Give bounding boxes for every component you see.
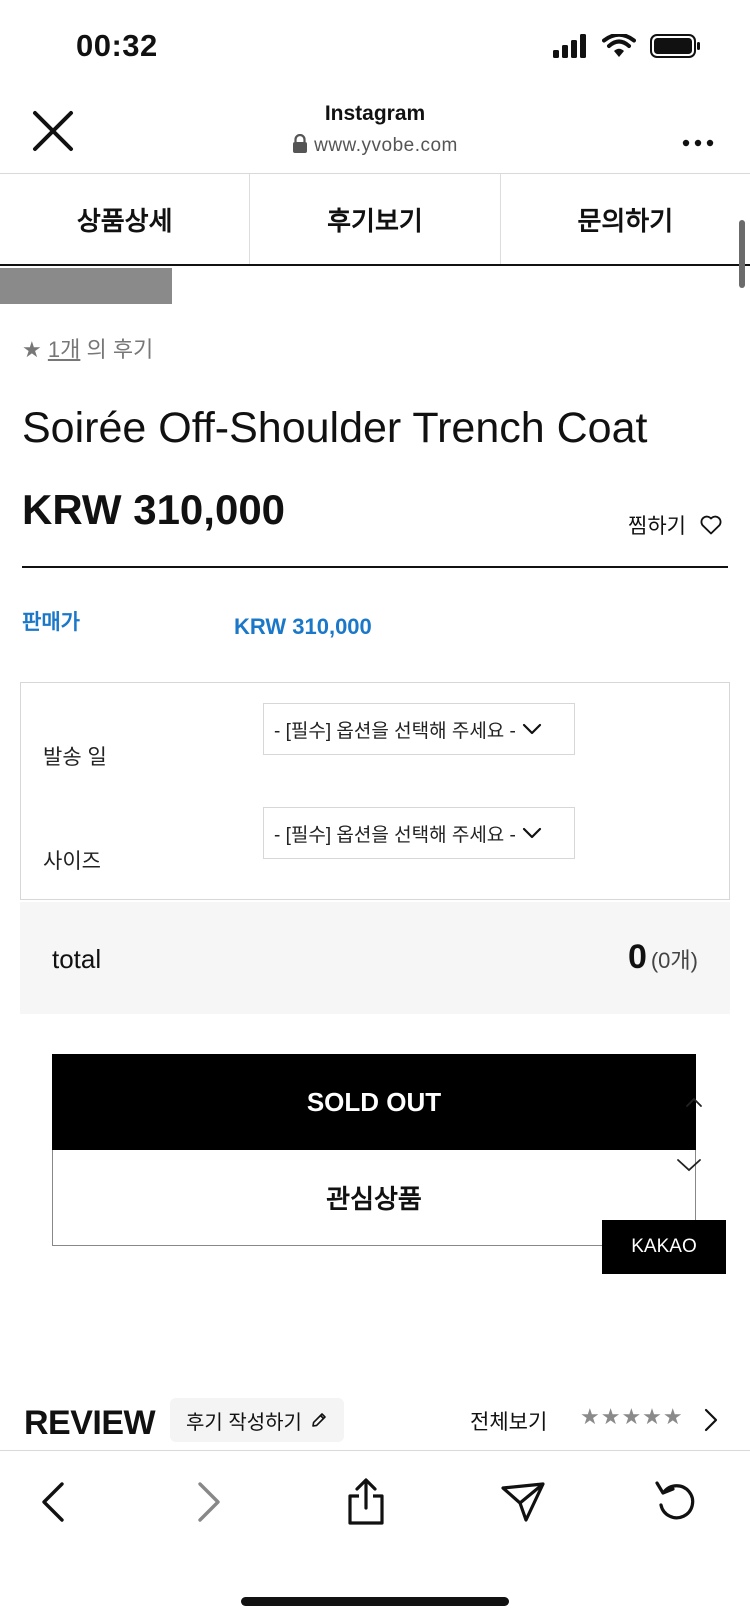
pencil-icon xyxy=(312,1413,326,1427)
chevron-up-icon[interactable] xyxy=(684,1096,704,1108)
wifi-icon xyxy=(602,34,636,57)
ship-date-select-value: - [필수] 옵션을 선택해 주세요 - xyxy=(274,720,516,742)
back-button[interactable] xyxy=(28,1477,78,1527)
status-time: 00:32 xyxy=(76,28,158,63)
total-count: (0개) xyxy=(650,948,698,973)
write-review-button[interactable]: 후기 작성하기 xyxy=(170,1398,344,1442)
ship-date-select[interactable]: - [필수] 옵션을 선택해 주세요 - xyxy=(263,703,575,755)
more-icon xyxy=(682,139,714,147)
sale-price-value: KRW 310,000 xyxy=(234,614,372,639)
review-header: REVIEW 후기 작성하기 전체보기 ★★★★★ xyxy=(0,1398,750,1450)
tab-product-detail[interactable]: 상품상세 xyxy=(0,174,251,264)
total-amount: 0 xyxy=(627,938,647,976)
kakao-button[interactable]: KAKAO xyxy=(602,1220,726,1274)
home-indicator xyxy=(241,1597,509,1606)
tab-inquiry[interactable]: 문의하기 xyxy=(501,174,750,264)
url-text: www.yvobe.com xyxy=(314,135,458,156)
chevron-down-icon[interactable] xyxy=(676,1158,702,1172)
browser-title: Instagram xyxy=(324,102,426,125)
product-price: KRW 310,000 xyxy=(22,486,286,533)
forward-icon xyxy=(198,1482,220,1522)
scrollbar-thumb[interactable] xyxy=(739,220,745,288)
total-label: total xyxy=(52,944,102,974)
total-value: 0 (0개) xyxy=(628,938,698,977)
battery-icon xyxy=(650,34,700,58)
chevron-right-icon[interactable] xyxy=(704,1408,718,1432)
option-label-size: 사이즈 xyxy=(43,850,101,873)
options-box: 발송 일 - [필수] 옵션을 선택해 주세요 - 사이즈 - [필수] 옵션을… xyxy=(20,682,730,900)
review-title: REVIEW xyxy=(24,1404,156,1442)
share-icon xyxy=(348,1478,384,1525)
back-icon xyxy=(42,1482,64,1522)
sold-out-button[interactable]: SOLD OUT xyxy=(52,1054,696,1150)
size-select-value: - [필수] 옵션을 선택해 주세요 - xyxy=(274,824,516,846)
view-all-link[interactable]: 전체보기 xyxy=(470,1406,547,1436)
write-review-label: 후기 작성하기 xyxy=(186,1411,302,1434)
product-image-thumbnail xyxy=(0,268,172,304)
price-divider xyxy=(22,566,728,568)
product-name: Soirée Off-Shoulder Trench Coat xyxy=(22,404,648,452)
status-bar: 00:32 xyxy=(0,0,750,96)
reload-button[interactable] xyxy=(652,1477,702,1527)
more-button[interactable] xyxy=(682,122,714,154)
signal-icon xyxy=(553,34,586,58)
browser-toolbar xyxy=(0,1450,750,1623)
status-icons xyxy=(552,34,702,58)
share-button[interactable] xyxy=(341,1477,391,1527)
rating-stars: ★★★★★ xyxy=(580,1404,684,1429)
review-suffix: 의 후기 xyxy=(86,337,154,362)
total-bar: total 0 (0개) xyxy=(20,902,730,1014)
send-button[interactable] xyxy=(498,1477,548,1527)
tab-reviews[interactable]: 후기보기 xyxy=(250,174,501,264)
lock-icon xyxy=(293,134,308,153)
chevron-down-icon xyxy=(522,827,542,839)
send-icon xyxy=(501,1482,545,1522)
review-count-link[interactable]: 1개 xyxy=(48,337,80,362)
sale-price-label: 판매가 xyxy=(22,611,80,634)
reload-icon xyxy=(655,1481,695,1520)
wish-button[interactable]: 찜하기 xyxy=(628,510,722,540)
option-label-ship-date: 발송 일 xyxy=(43,746,107,769)
size-select[interactable]: - [필수] 옵션을 선택해 주세요 - xyxy=(263,807,575,859)
heart-icon xyxy=(700,515,722,535)
browser-url: www.yvobe.com xyxy=(0,134,750,157)
product-tabs: 상품상세 후기보기 문의하기 xyxy=(0,174,750,266)
chevron-down-icon xyxy=(522,723,542,735)
forward-button[interactable] xyxy=(184,1477,234,1527)
wishlist-button[interactable]: 관심상품 xyxy=(52,1150,696,1246)
wish-label: 찜하기 xyxy=(628,515,686,538)
browser-header: Instagram www.yvobe.com xyxy=(0,96,750,174)
star-icon: ★ xyxy=(22,337,42,362)
review-summary: ★ 1개 의 후기 xyxy=(22,332,153,364)
